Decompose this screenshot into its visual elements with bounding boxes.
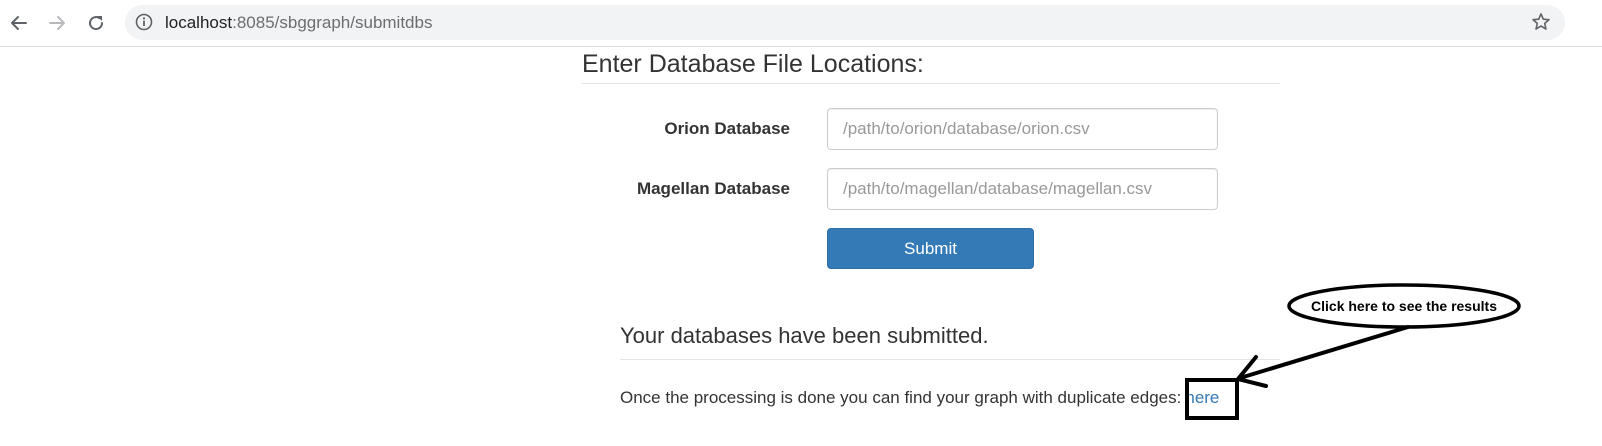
star-icon[interactable] [1531,12,1551,37]
callout-arrowhead [1236,355,1268,388]
magellan-database-label: Magellan Database [636,179,790,198]
url-path: :8085/sbggraph/submitdbs [232,13,433,32]
highlight-box [1185,378,1239,420]
submit-button[interactable]: Submit [827,228,1034,269]
forward-button[interactable] [42,8,72,38]
reload-button[interactable] [81,8,111,38]
submitted-heading: Your databases have been submitted. [620,321,1280,360]
browser-toolbar: localhost:8085/sbggraph/submitdbs [0,0,1602,47]
result-message: Once the processing is done you can find… [620,387,1219,409]
orion-database-input[interactable] [827,108,1218,150]
forward-arrow-icon [49,16,65,30]
url-text[interactable]: localhost:8085/sbggraph/submitdbs [165,13,432,33]
back-arrow-icon [11,16,27,30]
magellan-database-input[interactable] [827,168,1218,210]
url-host: localhost [165,13,233,32]
callout-text: Click here to see the results [1311,298,1497,314]
back-button[interactable] [4,8,34,38]
page-title: Enter Database File Locations: [582,48,1280,84]
info-icon[interactable] [135,13,153,36]
address-bar[interactable]: localhost:8085/sbggraph/submitdbs [125,5,1565,40]
reload-icon [89,16,104,31]
result-text: Once the processing is done you can find… [620,388,1182,407]
orion-database-label: Orion Database [664,119,790,138]
